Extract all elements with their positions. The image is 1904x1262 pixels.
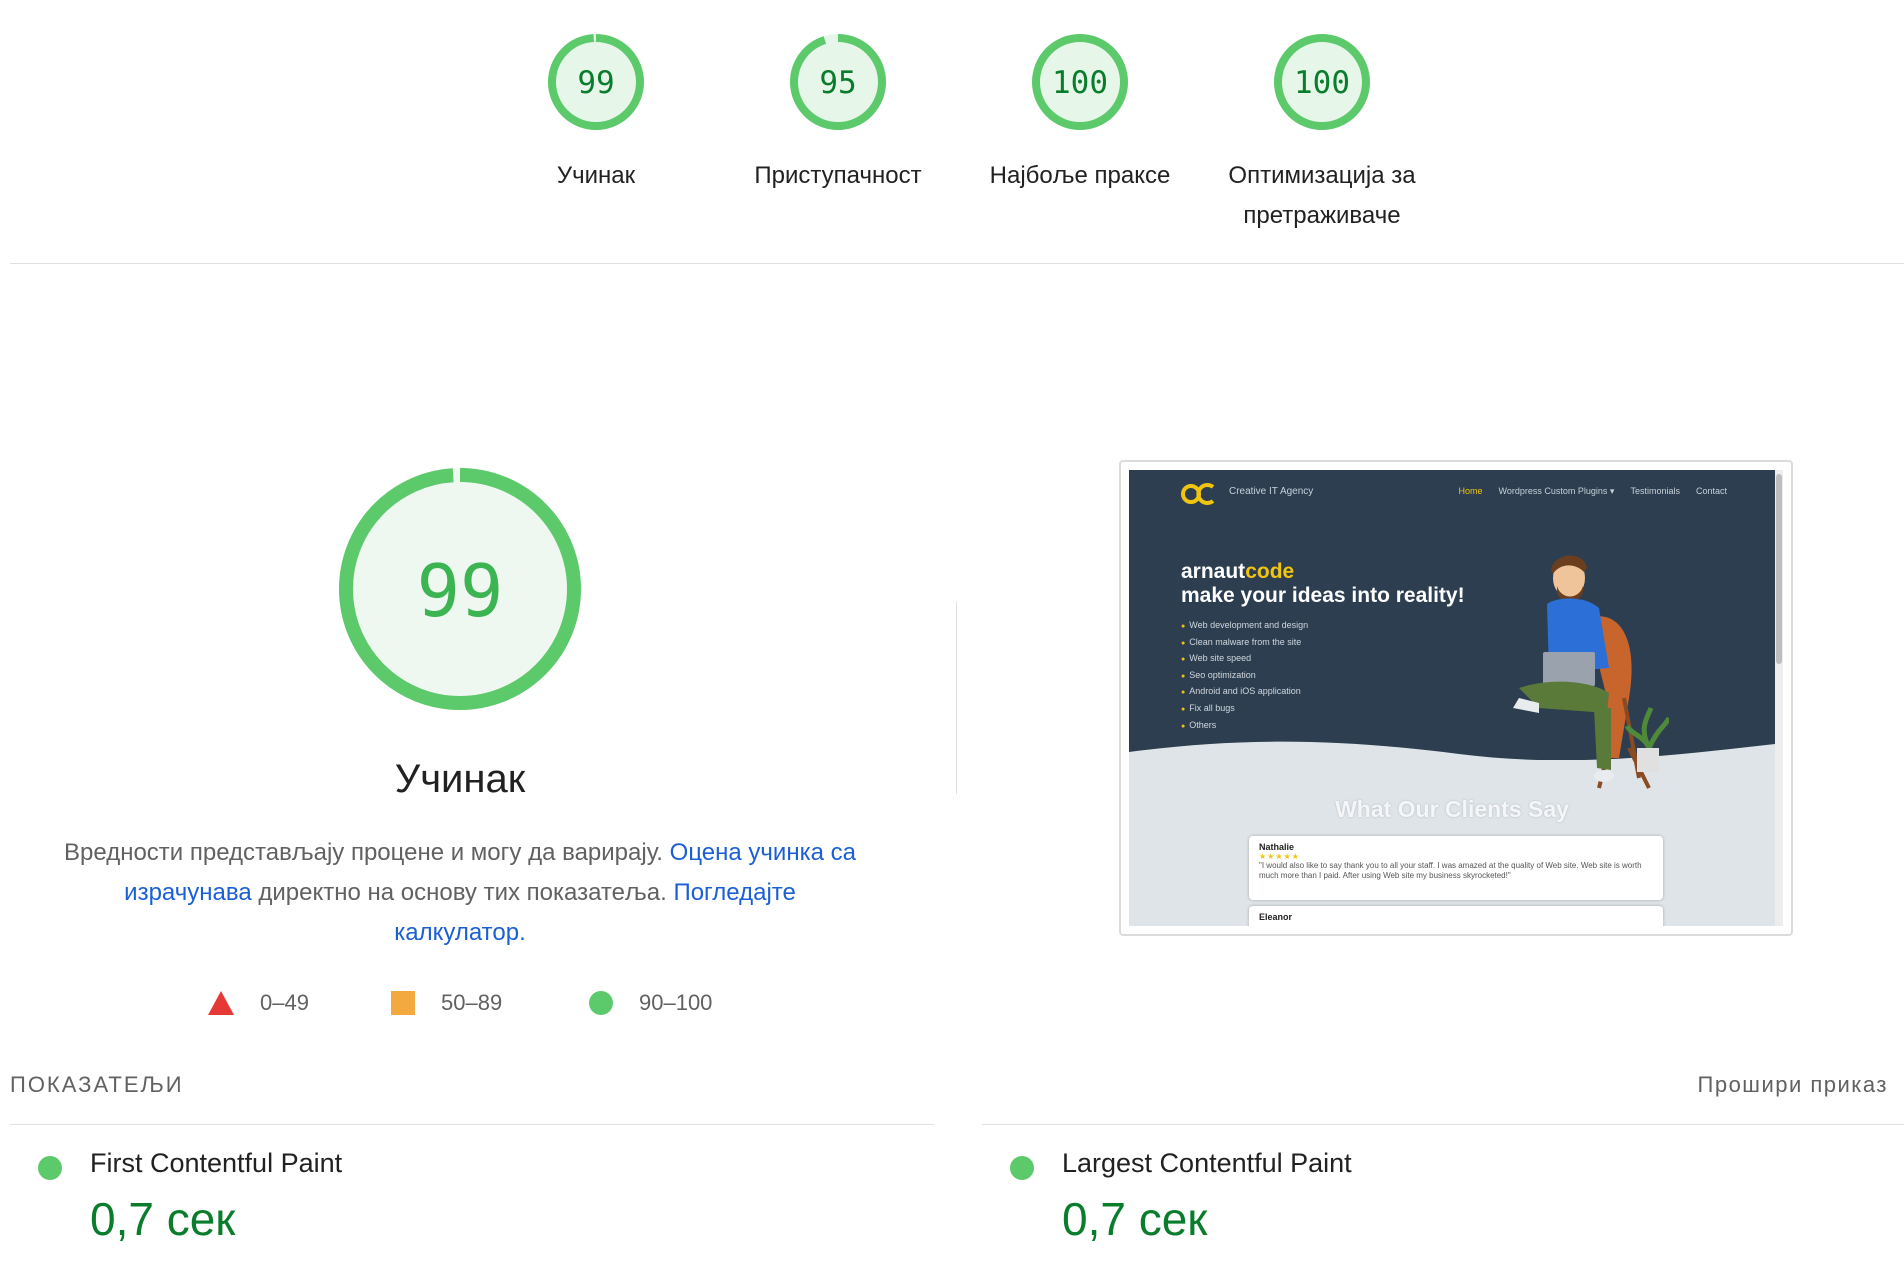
score-legend: 0–49 50–89 90–100 [0, 990, 920, 1030]
person-with-laptop-illustration-icon [1513, 555, 1669, 789]
preview-scrollbar [1775, 470, 1783, 926]
gauge-score-seo: 100 [1294, 65, 1350, 101]
preview-brand-a: arnaut [1181, 560, 1246, 583]
preview-service: Web site speed [1181, 651, 1308, 668]
pass-circle-icon [38, 1156, 62, 1180]
metric-first-contentful-paint[interactable]: First Contentful Paint 0,7 сек [38, 1148, 918, 1245]
preview-scrollbar-thumb [1776, 474, 1782, 664]
preview-service: Web development and design [1181, 618, 1308, 635]
legend-average: 50–89 [391, 990, 502, 1016]
legend-fail-range: 0–49 [260, 990, 309, 1015]
preview-brand-b: code [1245, 560, 1295, 583]
legend-pass-range: 90–100 [639, 990, 713, 1015]
preview-nav: Home Wordpress Custom Plugins ▾ Testimon… [1459, 486, 1727, 497]
gauge-performance[interactable]: 99 Учинак [476, 30, 716, 196]
gauge-ring-seo: 100 [1274, 34, 1370, 130]
metrics-heading: ПОКАЗАТЕЉИ [10, 1072, 184, 1097]
performance-title: Учинак [394, 757, 526, 801]
legend-fail: 0–49 [208, 990, 309, 1016]
preview-nav-plugins: Wordpress Custom Plugins ▾ [1498, 486, 1615, 496]
gauge-score-performance: 99 [577, 65, 614, 101]
description-text-1: Вредности представљају процене и могу да… [64, 839, 663, 866]
preview-services-list: Web development and design Clean malware… [1181, 618, 1308, 734]
gauge-label-accessibility: Приступачност [754, 162, 922, 189]
gauge-label-performance: Учинак [556, 162, 636, 189]
preview-nav-home: Home [1458, 486, 1483, 496]
preview-review-stars: ★★★★★ [1259, 852, 1300, 861]
preview-review-name: Nathalie [1259, 842, 1295, 852]
gauge-ring-performance: 99 [548, 34, 644, 130]
metric-name: First Contentful Paint [90, 1148, 343, 1178]
preview-review-card: Eleanor [1249, 906, 1663, 926]
preview-slogan: make your ideas into reality! [1181, 584, 1465, 607]
metric-largest-contentful-paint[interactable]: Largest Contentful Paint 0,7 сек [1010, 1148, 1890, 1245]
pass-circle-icon [589, 991, 613, 1015]
expand-view-toggle[interactable]: Прошири приказ [1698, 1072, 1888, 1098]
metrics-divider-right [982, 1124, 1904, 1125]
gauge-seo[interactable]: 100 Оптимизација за претраживаче [1202, 30, 1442, 236]
legend-pass: 90–100 [589, 990, 712, 1016]
description-text-2: директно на основу тих показатеља. [258, 879, 667, 906]
pass-circle-icon [1010, 1156, 1034, 1180]
gauge-score-accessibility: 95 [819, 65, 856, 101]
average-square-icon [391, 991, 415, 1015]
preview-nav-contact: Contact [1695, 486, 1727, 496]
category-gauges: 99 Учинак 95 Приступачност 100 Најбоље п… [0, 30, 1904, 230]
metric-value: 0,7 сек [90, 1193, 236, 1245]
performance-gauge-large: 99 [339, 468, 581, 710]
screenshot-content: Creative IT Agency Home Wordpress Custom… [1129, 470, 1783, 926]
preview-review-card: Nathalie ★★★★★ "I would also like to say… [1249, 836, 1663, 900]
preview-clients-title: What Our Clients Say [1335, 796, 1569, 822]
legend-average-range: 50–89 [441, 990, 503, 1015]
preview-service: Seo optimization [1181, 668, 1308, 685]
gauge-label-best-practices: Најбоље праксе [989, 162, 1171, 189]
gauge-best-practices[interactable]: 100 Најбоље праксе [960, 30, 1200, 196]
preview-nav-testimonials: Testimonials [1630, 486, 1680, 496]
gauge-label-seo: Оптимизација за претраживаче [1228, 162, 1416, 229]
vertical-separator [956, 602, 957, 794]
gauge-ring-best-practices: 100 [1032, 34, 1128, 130]
preview-service: Clean malware from the site [1181, 635, 1308, 652]
preview-service: Fix all bugs [1181, 701, 1308, 718]
preview-brand: arnautcode [1181, 560, 1294, 584]
gauge-ring-accessibility: 95 [790, 34, 886, 130]
metrics-divider-left [10, 1124, 934, 1125]
preview-service: Others [1181, 718, 1308, 735]
preview-review-text: "I would also like to say thank you to a… [1259, 861, 1642, 880]
performance-score-large: 99 [417, 549, 504, 633]
metric-name: Largest Contentful Paint [1062, 1148, 1352, 1178]
metric-value: 0,7 сек [1062, 1193, 1208, 1245]
gauge-score-best-practices: 100 [1052, 65, 1108, 101]
arnautcode-logo-icon [1181, 483, 1215, 505]
preview-agency-name: Creative IT Agency [1229, 486, 1314, 497]
final-screenshot[interactable]: Creative IT Agency Home Wordpress Custom… [1119, 460, 1793, 936]
performance-description: Вредности представљају процене и могу да… [60, 833, 860, 953]
gauge-accessibility[interactable]: 95 Приступачност [718, 30, 958, 196]
section-divider [10, 263, 1904, 264]
preview-review-name: Eleanor [1259, 912, 1293, 922]
preview-service: Android and iOS application [1181, 684, 1308, 701]
fail-triangle-icon [208, 991, 234, 1015]
